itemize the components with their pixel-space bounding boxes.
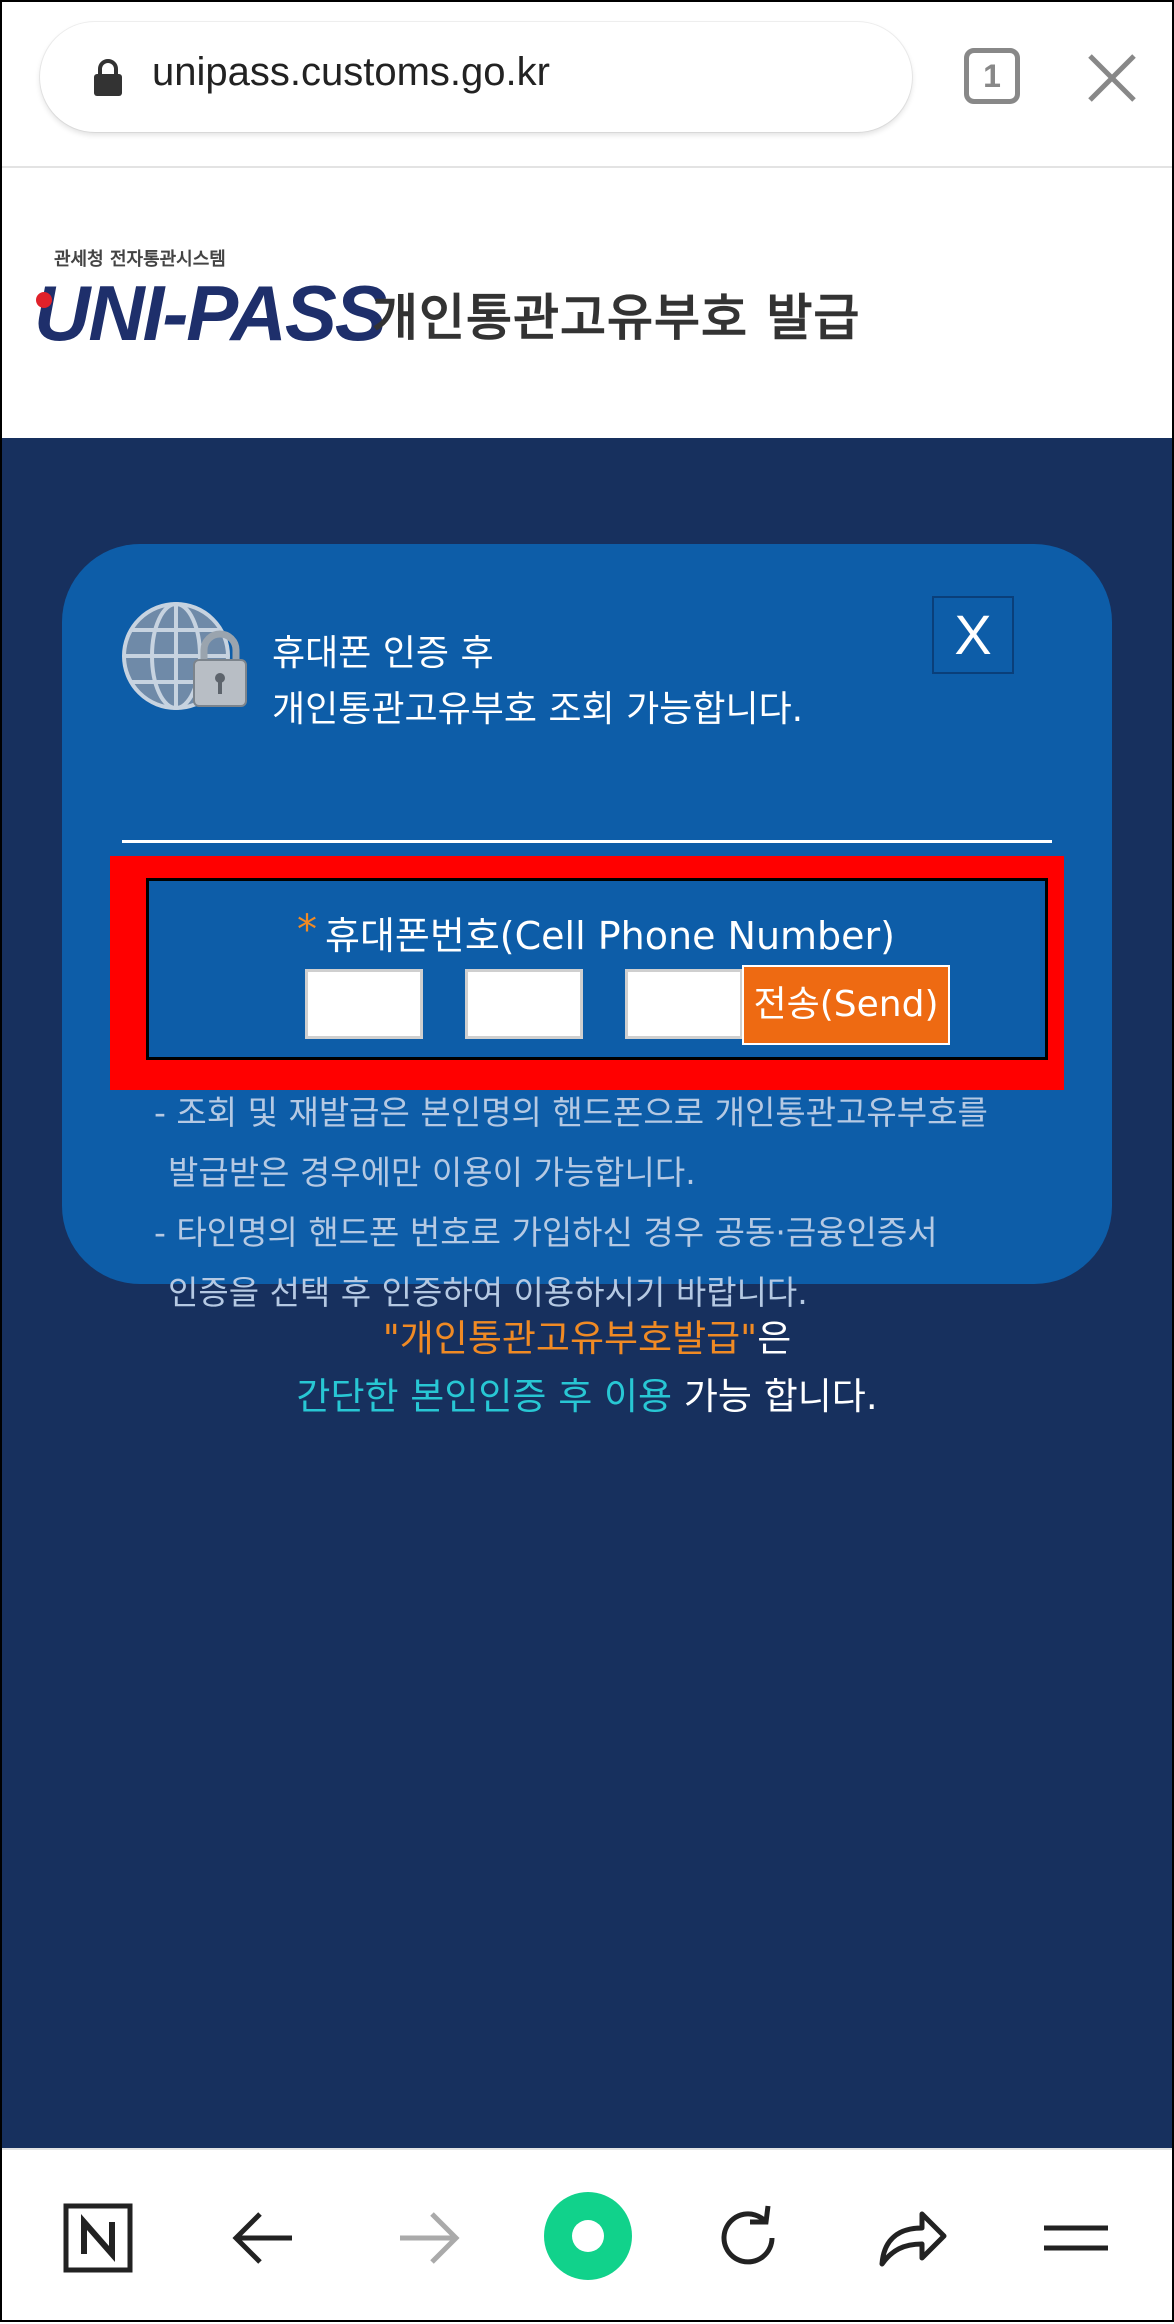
tab-count-button[interactable]: 1 — [964, 48, 1020, 104]
dialog-message-line1: 휴대폰 인증 후 — [272, 633, 494, 674]
logo-dot — [36, 292, 52, 308]
promo-text: 은 — [757, 1317, 792, 1360]
notice-text: - 타인명의 핸드폰 번호로 가입하신 경우 공동·금융인증서 — [154, 1213, 938, 1252]
back-arrow-icon[interactable] — [226, 2200, 302, 2276]
dialog-message-line2: 개인통관고유부호 조회 가능합니다. — [272, 689, 804, 730]
unipass-logo: UNI-PASS — [34, 269, 387, 357]
page-title: 개인통관고유부호 발급 — [372, 289, 861, 347]
verification-dialog: 휴대폰 인증 후 개인통관고유부호 조회 가능합니다. X * 휴대폰번호(Ce… — [62, 544, 1112, 1312]
dash-separator: - — [397, 977, 411, 1021]
globe-lock-icon — [122, 602, 247, 710]
share-icon[interactable] — [874, 2200, 950, 2276]
phone-number-label: 휴대폰번호(Cell Phone Number) — [325, 914, 895, 958]
notice-text: - 조회 및 재발급은 본인명의 핸드폰으로 개인통관고유부호를 — [154, 1093, 988, 1132]
forward-arrow-icon[interactable] — [390, 2200, 466, 2276]
refresh-icon[interactable] — [710, 2200, 786, 2276]
notice-text: 발급받은 경우에만 이용이 가능합니다. — [168, 1153, 696, 1192]
url-text: unipass.customs.go.kr — [152, 50, 550, 94]
dash-separator: - — [557, 977, 571, 1021]
promo-text: 가능 합니다. — [672, 1375, 878, 1418]
page-header: 관세청 전자통관시스템 UNI-PASS 개인통관고유부호 발급 — [0, 168, 1174, 438]
notice-text: 인증을 선택 후 인증하여 이용하시기 바랍니다. — [168, 1273, 808, 1312]
main-content: 휴대폰 인증 후 개인통관고유부호 조회 가능합니다. X * 휴대폰번호(Ce… — [0, 438, 1174, 2148]
dialog-message: 휴대폰 인증 후 개인통관고유부호 조회 가능합니다. — [272, 626, 803, 738]
promo-highlight: 간단한 본인인증 후 이용 — [296, 1375, 673, 1418]
menu-icon[interactable] — [1038, 2200, 1114, 2276]
lock-icon — [94, 59, 122, 96]
naver-n-icon[interactable] — [60, 2200, 136, 2276]
home-green-circle-icon[interactable] — [542, 2190, 634, 2282]
promo-line1: "개인통관고유부호발급"은 — [0, 1308, 1174, 1362]
logo-subtitle: 관세청 전자통관시스템 — [54, 249, 226, 270]
dialog-close-button[interactable]: X — [932, 596, 1014, 674]
phone-part3-input[interactable] — [625, 969, 743, 1039]
promo-line2: 간단한 본인인증 후 이용 가능 합니다. — [0, 1366, 1174, 1420]
required-mark: * — [297, 907, 317, 953]
close-icon[interactable] — [1086, 52, 1138, 104]
promo-highlight: "개인통관고유부호발급" — [382, 1317, 758, 1360]
browser-top-bar: unipass.customs.go.kr 1 — [0, 0, 1174, 168]
divider — [122, 840, 1052, 843]
phone-number-form: * 휴대폰번호(Cell Phone Number) - - 전송(Send) — [146, 878, 1048, 1060]
browser-bottom-toolbar — [0, 2148, 1174, 2324]
send-button[interactable]: 전송(Send) — [742, 965, 950, 1045]
address-bar[interactable]: unipass.customs.go.kr — [40, 22, 912, 132]
